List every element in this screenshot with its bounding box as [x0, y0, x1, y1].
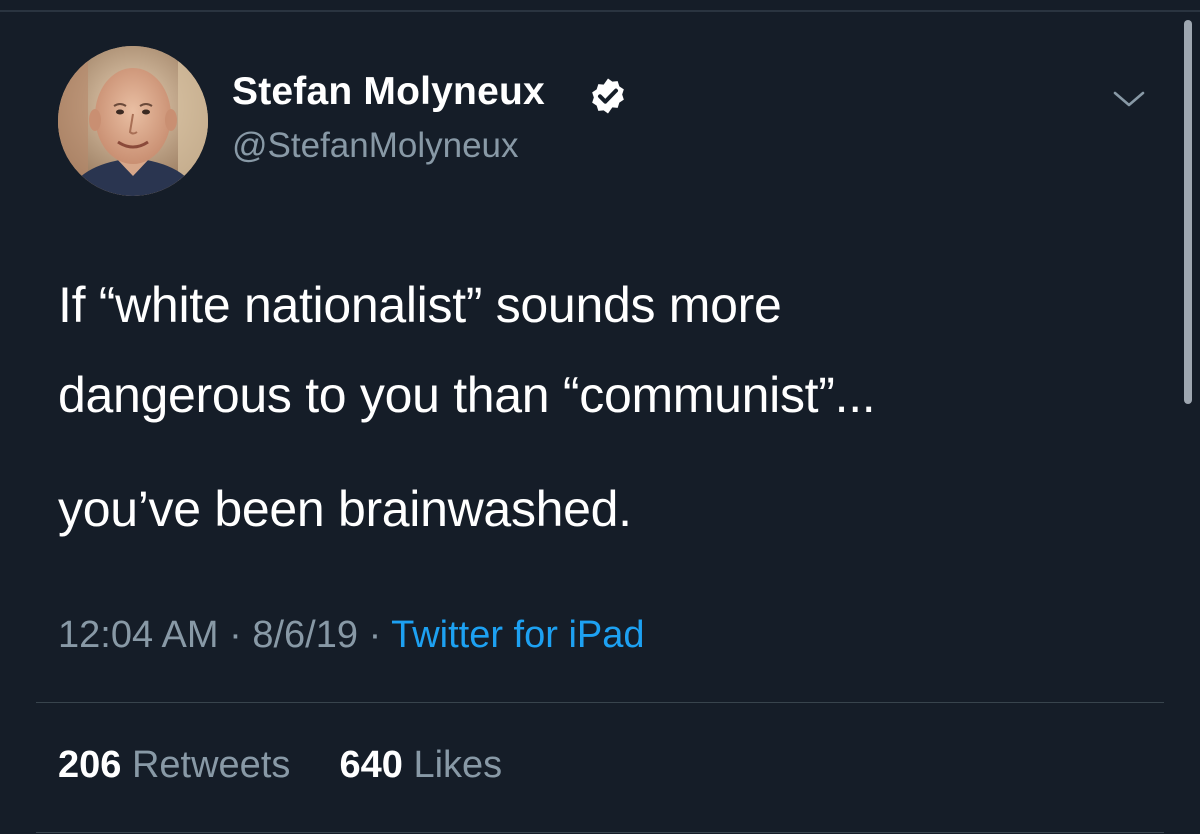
- tweet-meta: 12:04 AM · 8/6/19 · Twitter for iPad: [58, 614, 645, 657]
- retweets-label: Retweets: [131, 744, 291, 786]
- meta-separator: ·: [368, 614, 382, 656]
- avatar[interactable]: [58, 46, 208, 196]
- chevron-down-icon[interactable]: [1112, 86, 1146, 112]
- divider: [36, 832, 1164, 833]
- tweet-text-line: If “white nationalist” sounds more: [58, 277, 782, 333]
- tweet-text-line: you’ve been brainwashed.: [58, 481, 632, 537]
- tweet-date: 8/6/19: [252, 614, 358, 656]
- tweet-text-line: dangerous to you than “communist”...: [58, 367, 876, 423]
- tweet-source-link[interactable]: Twitter for iPad: [391, 614, 644, 656]
- verified-badge-icon: [592, 78, 624, 114]
- tweet-time: 12:04 AM: [58, 614, 219, 656]
- author-display-name[interactable]: Stefan Molyneux: [232, 70, 545, 114]
- likes-count: 640: [339, 744, 403, 786]
- meta-separator: ·: [229, 614, 242, 656]
- top-divider: [0, 10, 1200, 12]
- retweets-stat[interactable]: 206 Retweets: [58, 744, 301, 786]
- author-handle[interactable]: @StefanMolyneux: [232, 126, 519, 166]
- avatar-image: [58, 46, 208, 196]
- scrollbar-thumb[interactable]: [1184, 20, 1192, 404]
- tweet-stats: 206 Retweets 640 Likes: [58, 744, 502, 787]
- divider: [36, 702, 1164, 703]
- likes-stat[interactable]: 640 Likes: [340, 744, 503, 786]
- retweets-count: 206: [58, 744, 122, 786]
- likes-label: Likes: [413, 744, 503, 786]
